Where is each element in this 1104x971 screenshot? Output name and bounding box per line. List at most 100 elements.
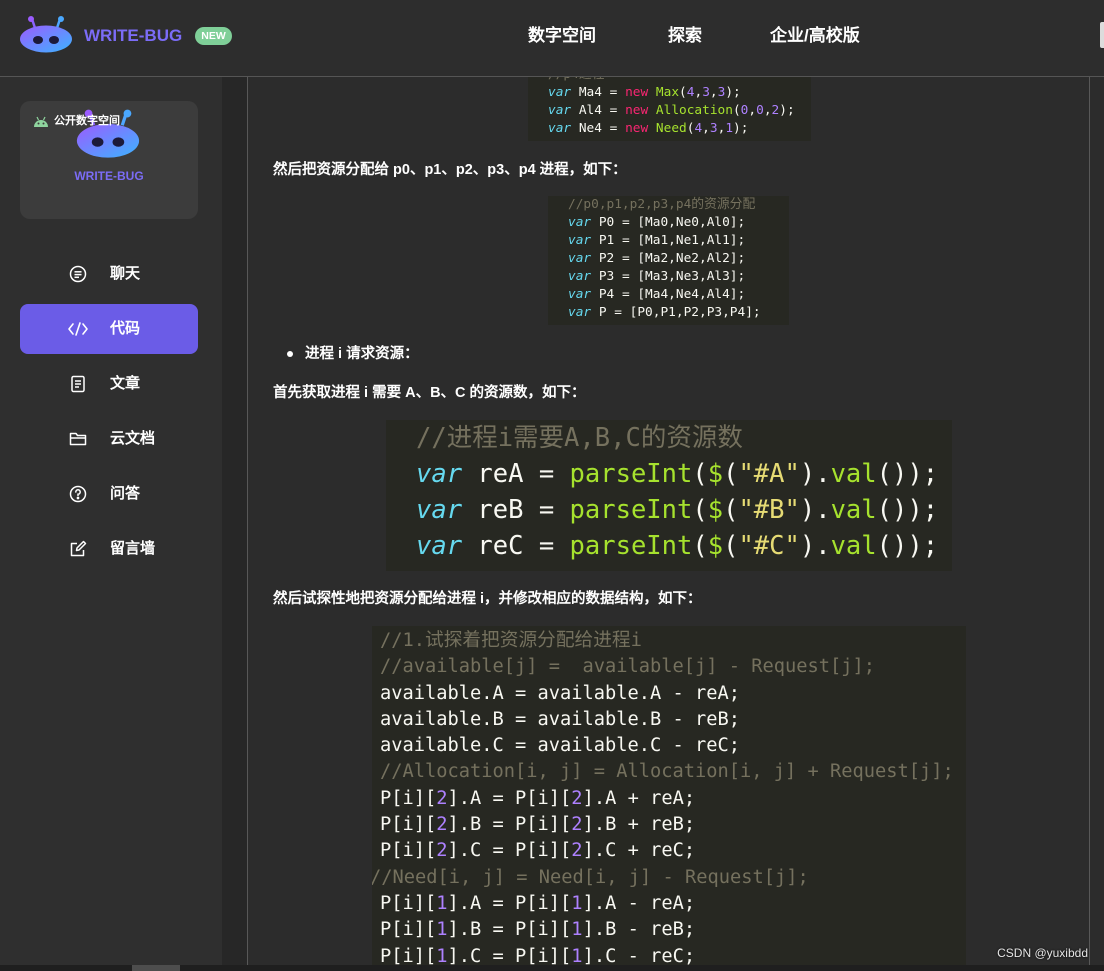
public-space-card[interactable]: 公开数字空间 WRITE-BUG: [20, 101, 198, 219]
code-token: ].C = P[i][: [447, 945, 572, 967]
csdn-watermark: CSDN @yuxibdd: [997, 946, 1088, 960]
code-token: 2: [436, 840, 448, 862]
article-panel[interactable]: //p4进程var Ma4 = new Max(4,3,3);var Al4 =…: [247, 77, 1090, 971]
code-token: P[i][: [380, 892, 437, 914]
scrollbar-thumb[interactable]: [132, 965, 180, 971]
code-token: ());: [876, 495, 939, 525]
code-token: var: [568, 251, 592, 266]
code-token: ,: [763, 103, 772, 118]
new-badge: NEW: [195, 27, 232, 45]
code-token: var: [548, 121, 572, 136]
code-line: var P3 = [Ma3,Ne3,Al3];: [568, 268, 789, 286]
code-token: reC =: [462, 531, 570, 561]
code-token: //available[j] = available[j] - Request[…: [380, 656, 876, 678]
code-token: (: [723, 531, 739, 561]
code-token: val: [830, 459, 877, 489]
code-token: "#A": [738, 459, 800, 489]
code-block-process-assign[interactable]: //p0,p1,p2,p3,p4的资源分配 var P0 = [Ma0,Ne0,A…: [548, 196, 789, 325]
code-token: 3: [709, 121, 718, 136]
bullet-dot: [287, 351, 293, 357]
code-token: available.B = available.B - reB;: [380, 708, 741, 730]
code-line: var reC = parseInt($("#C").val());: [416, 528, 952, 564]
code-token: var: [568, 233, 592, 248]
code-token: ].C - reC;: [582, 945, 696, 967]
code-token: ].A = P[i][: [447, 892, 572, 914]
code-line: //p0,p1,p2,p3,p4的资源分配: [568, 196, 789, 214]
code-line: var P2 = [Ma2,Ne2,Al2];: [568, 250, 789, 268]
code-token: P0 = [Ma0,Ne0,Al0];: [591, 215, 746, 230]
code-token: P4 = [Ma4,Ne4,Al4];: [591, 287, 746, 302]
code-line: var P4 = [Ma4,Ne4,Al4];: [568, 286, 789, 304]
code-block-request-values[interactable]: //进程i需要A,B,C的资源数 var reA = parseInt($("#A…: [386, 420, 952, 571]
code-line: var P1 = [Ma1,Ne1,Al1];: [568, 232, 789, 250]
sidebar-item-message-wall[interactable]: 留言墙: [20, 524, 198, 574]
code-token: new: [625, 85, 649, 100]
code-token: new: [625, 121, 649, 136]
sidebar-item-qa[interactable]: 问答: [20, 469, 198, 519]
code-token: var: [416, 495, 463, 525]
code-token: 2: [571, 840, 583, 862]
code-token: (: [692, 531, 708, 561]
code-token: available.A = available.A - reA;: [380, 682, 741, 704]
code-token: "#B": [738, 495, 800, 525]
nav-explore[interactable]: 探索: [668, 24, 702, 48]
chat-icon: [67, 265, 89, 283]
code-token: P = [P0,P1,P2,P3,P4];: [591, 305, 761, 320]
sidebar-item-label: 聊天: [110, 265, 141, 282]
code-token: 1: [436, 945, 448, 967]
sidebar-item-chat[interactable]: 聊天: [20, 249, 198, 299]
sidebar-item-articles[interactable]: 文章: [20, 359, 198, 409]
code-block-try-allocate[interactable]: //1.试探着把资源分配给进程i //available[j] = availab…: [372, 626, 966, 971]
code-line: available.C = available.C - reC;: [380, 733, 966, 759]
horizontal-scrollbar[interactable]: [0, 965, 1104, 971]
nav-enterprise[interactable]: 企业/高校版: [770, 24, 860, 48]
code-token: parseInt: [569, 531, 693, 561]
write-bug-logo-icon[interactable]: [19, 15, 73, 53]
code-token: P[i][: [380, 787, 437, 809]
code-token: Need: [655, 121, 687, 136]
code-token: ).: [799, 531, 831, 561]
code-line: var Ne4 = new Need(4,3,1);: [548, 120, 811, 138]
code-token: 1: [725, 121, 734, 136]
code-token: new: [625, 103, 649, 118]
code-token: $: [707, 459, 724, 489]
code-token: 1: [571, 892, 583, 914]
code-token: );: [733, 121, 749, 136]
android-icon: [33, 115, 49, 127]
nav-digital-space[interactable]: 数字空间: [528, 24, 596, 48]
code-token: 3: [702, 85, 710, 100]
code-token: 2: [436, 787, 448, 809]
code-token: 1: [571, 945, 583, 967]
edit-icon: [67, 540, 89, 558]
code-block-p4-init[interactable]: //p4进程var Ma4 = new Max(4,3,3);var Al4 =…: [528, 77, 811, 141]
code-token: available.C = available.C - reC;: [380, 735, 741, 757]
space-card-brand: WRITE-BUG: [74, 169, 144, 183]
brand-name[interactable]: WRITE-BUG: [84, 26, 182, 46]
code-line: //Need[i, j] = Need[i, j] - Request[j];: [372, 865, 966, 891]
code-token: Al4 =: [571, 103, 626, 118]
code-token: var: [568, 269, 592, 284]
code-line: var reB = parseInt($("#B").val());: [416, 492, 952, 528]
code-token: ].B = P[i][: [447, 919, 572, 941]
sidebar-item-code[interactable]: 代码: [20, 304, 198, 354]
code-token: ].A - reA;: [582, 892, 696, 914]
code-token: P[i][: [380, 814, 437, 836]
code-token: ).: [799, 459, 831, 489]
code-line: P[i][2].C = P[i][2].C + reC;: [380, 838, 966, 864]
code-token: P[i][: [380, 840, 437, 862]
code-token: ).: [799, 495, 831, 525]
code-line: //p4进程: [548, 77, 811, 84]
code-token: (: [679, 85, 687, 100]
code-token: );: [779, 103, 795, 118]
code-token: var: [568, 305, 592, 320]
code-token: ].B = P[i][: [447, 814, 572, 836]
code-token: ());: [876, 531, 939, 561]
code-line: var P = [P0,P1,P2,P3,P4];: [568, 304, 789, 322]
code-token: //1.试探着把资源分配给进程i: [380, 630, 642, 651]
code-line: available.B = available.B - reB;: [380, 707, 966, 733]
code-token: ].B + reB;: [582, 814, 696, 836]
clipped-header-control[interactable]: [1100, 22, 1104, 48]
code-token: var: [568, 215, 592, 230]
sidebar-item-cloud-docs[interactable]: 云文档: [20, 414, 198, 464]
